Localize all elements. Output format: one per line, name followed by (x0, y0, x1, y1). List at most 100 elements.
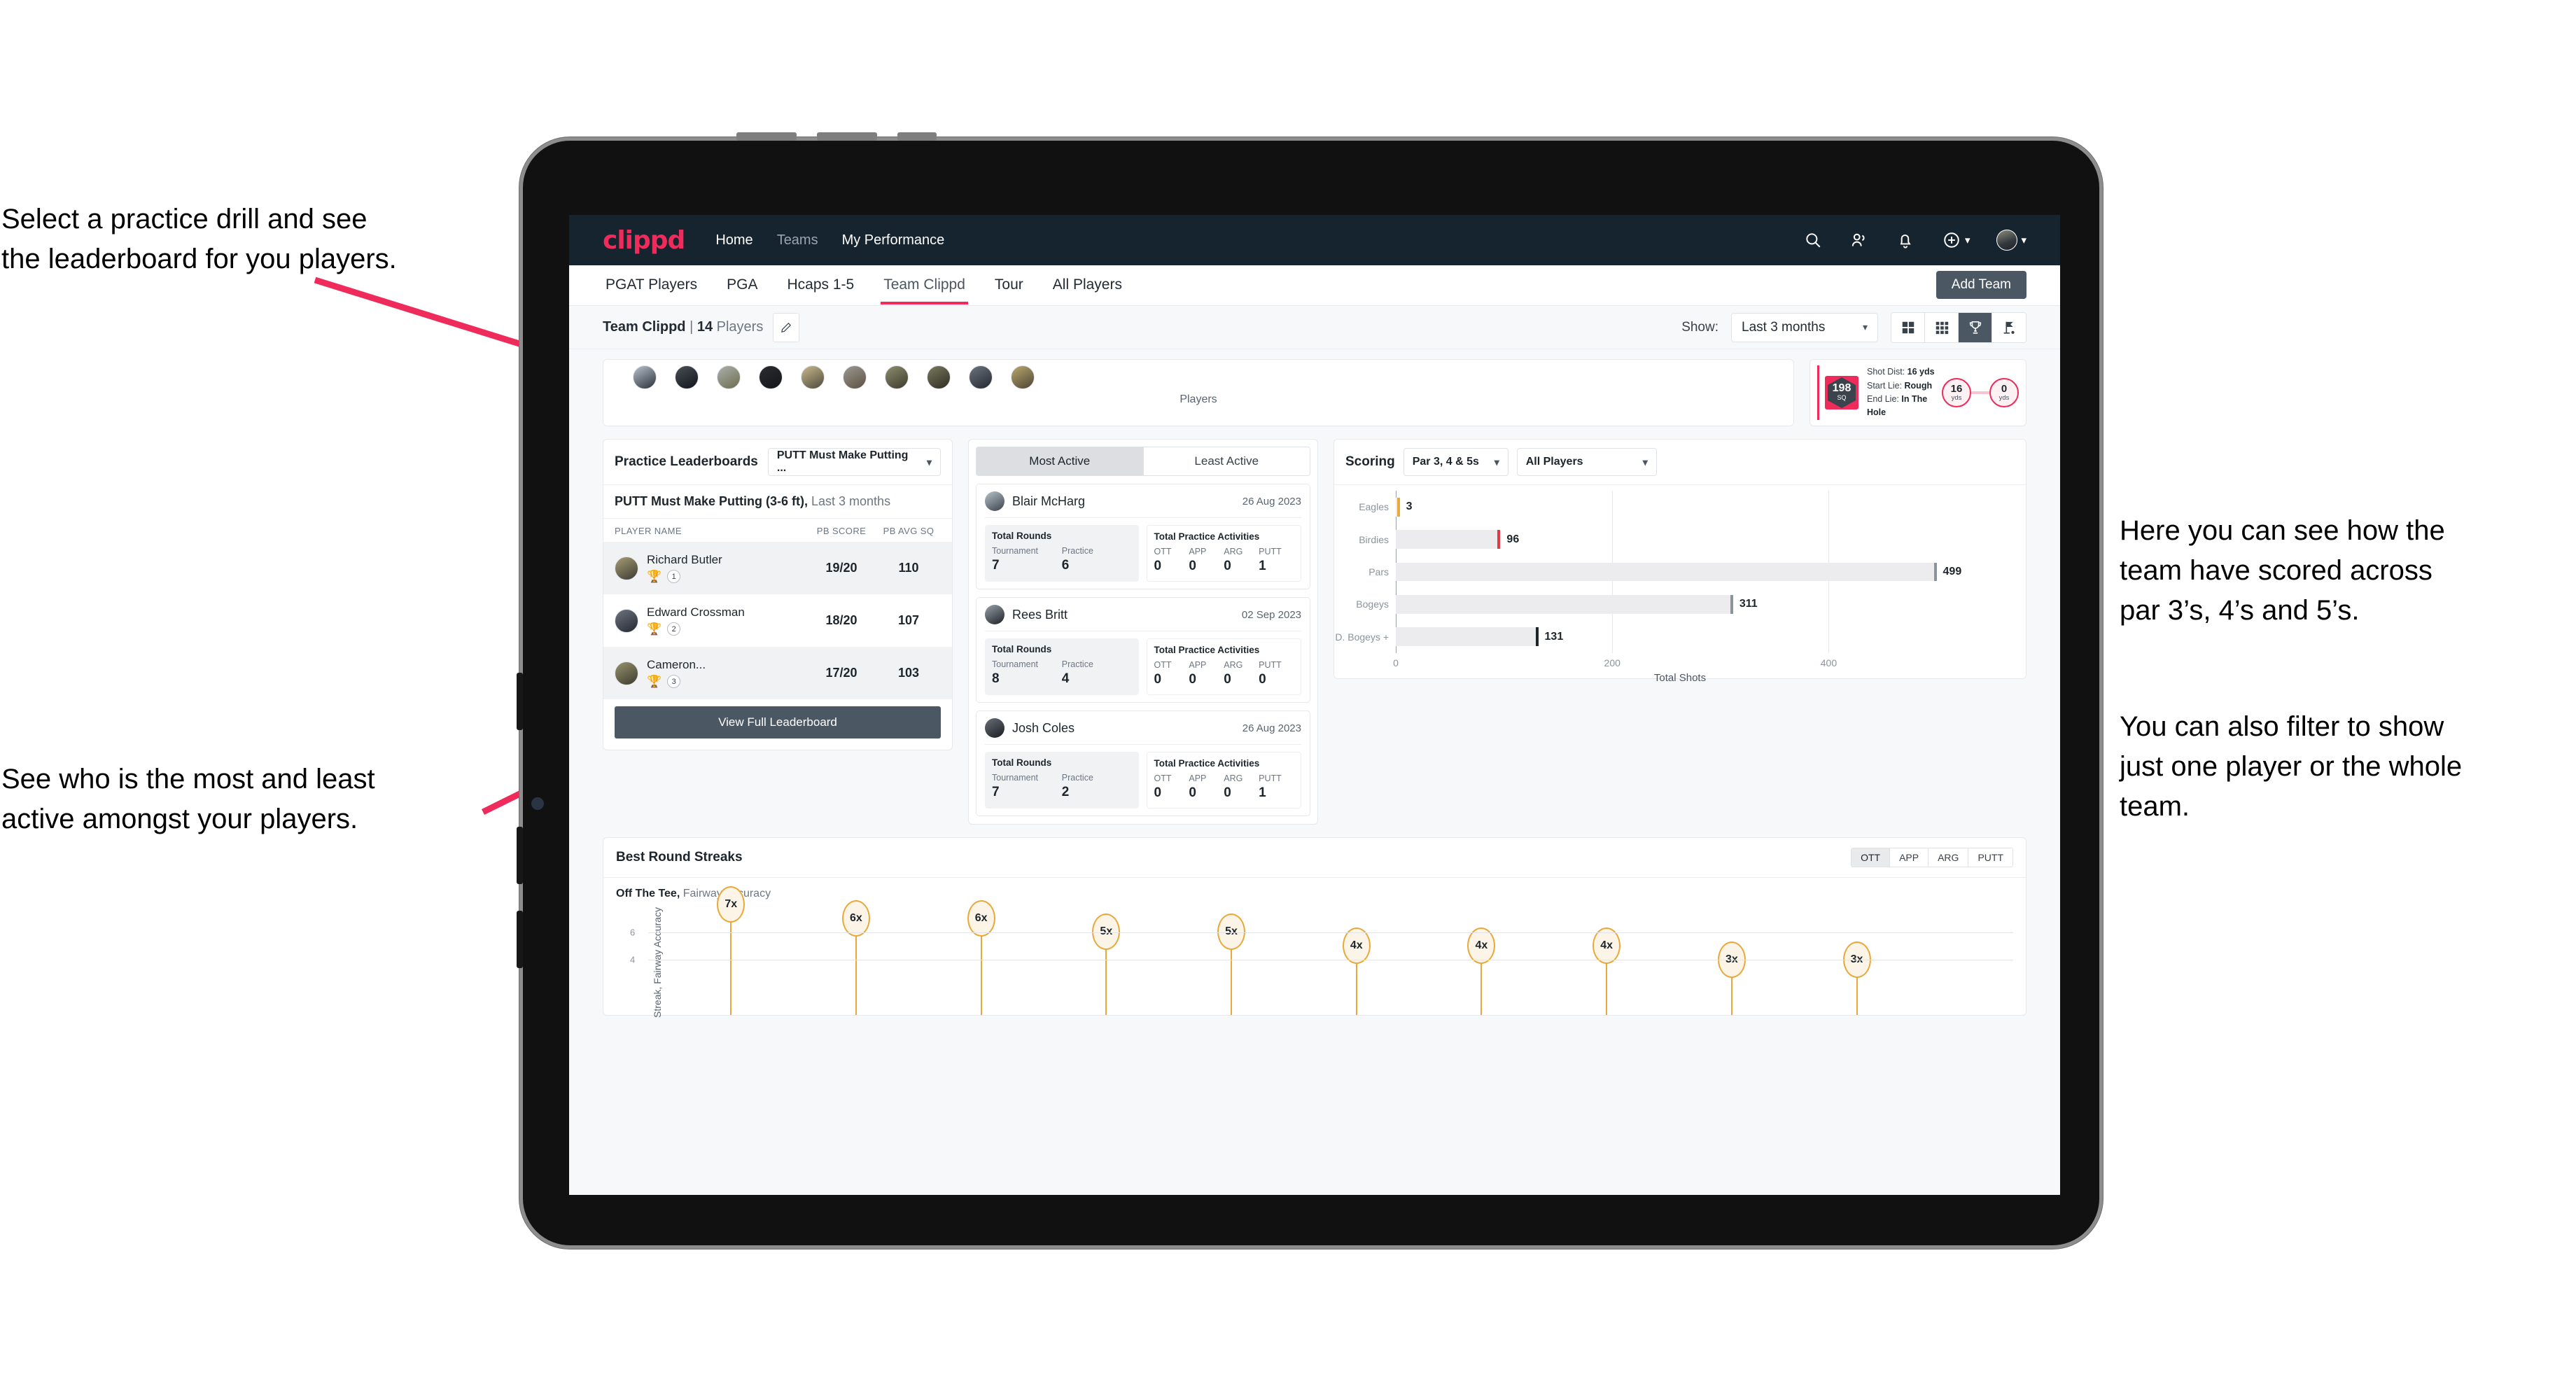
toggle-putt[interactable]: PUTT (1968, 848, 2012, 867)
toggle-app[interactable]: APP (1890, 848, 1929, 867)
list-item[interactable]: Blair McHarg 26 Aug 2023 Total Rounds To… (976, 484, 1310, 589)
dashboard-content: Players 198 SQ Shot Dist: 16 yds Start L… (569, 359, 2060, 1018)
tab-least-active[interactable]: Least Active (1142, 447, 1310, 476)
shot-dist-row: Shot Dist: 16 yds (1867, 365, 1942, 379)
streaks-stem[interactable]: 6x (841, 899, 870, 1015)
team-name: Team Clippd (603, 319, 686, 335)
table-row[interactable]: Cameron... 🏆 3 17/20 103 (603, 647, 952, 699)
nav-link-home[interactable]: Home (715, 232, 752, 248)
practice-stat: Practice 4 (1062, 659, 1132, 687)
total-rounds-box: Total Rounds Tournament 7 Practice (985, 752, 1139, 808)
trophy-icon[interactable] (1959, 312, 1992, 342)
streaks-stem[interactable]: 6x (967, 899, 995, 1015)
grid-2x2-icon[interactable] (1891, 312, 1925, 342)
practice-label: Practice (1061, 659, 1093, 669)
add-menu[interactable]: ▾ (1942, 230, 1970, 250)
filter-bar-right: Show: Last 3 months ▾ (1681, 312, 2026, 343)
app-value: 0 (1189, 559, 1196, 573)
avatar[interactable] (969, 365, 993, 389)
total-rounds-title: Total Rounds (992, 531, 1052, 541)
streaks-stem[interactable]: 4x (1592, 927, 1621, 1015)
avatar[interactable] (801, 365, 825, 389)
pb-score-value: 18/20 (825, 613, 858, 627)
streaks-stem[interactable]: 3x (1842, 941, 1871, 1015)
avatar[interactable] (885, 365, 909, 389)
people-icon[interactable] (1849, 230, 1869, 250)
avatar[interactable] (927, 365, 951, 389)
avatar[interactable] (1011, 365, 1035, 389)
player-rank-meta: 🏆 3 (647, 675, 806, 688)
tab-pga[interactable]: PGA (724, 267, 760, 304)
drill-title: PUTT Must Make Putting (3-6 ft), (615, 494, 808, 508)
grid-3x3-icon[interactable] (1925, 312, 1959, 342)
account-menu[interactable]: ▾ (1996, 230, 2026, 251)
streaks-stem[interactable]: 3x (1717, 941, 1746, 1015)
arg-label: ARG (1224, 547, 1243, 556)
streaks-stem[interactable]: 4x (1342, 927, 1371, 1015)
table-row[interactable]: Edward Crossman 🏆 2 18/20 107 (603, 594, 952, 647)
shot-dist-value: 16 yds (1907, 367, 1935, 377)
end-lie-row: End Lie: In The Hole (1867, 393, 1942, 420)
streaks-value-bubble: 4x (1592, 927, 1621, 965)
tab-tour[interactable]: Tour (992, 267, 1026, 304)
streaks-subtitle-bold: Off The Tee, (616, 888, 680, 899)
scoring-bar-row: Eagles 3 (1359, 491, 1959, 523)
end-distance-unit: yds (1998, 394, 2010, 402)
scoring-title: Scoring (1345, 454, 1395, 469)
ott-label: OTT (1154, 547, 1172, 556)
list-item[interactable]: Rees Britt 02 Sep 2023 Total Rounds Tour… (976, 597, 1310, 703)
par-filter-select[interactable]: Par 3, 4 & 5s ▾ (1403, 448, 1508, 476)
bell-icon[interactable] (1896, 230, 1915, 250)
total-rounds-box: Total Rounds Tournament 8 Practice 4 (985, 638, 1139, 695)
tab-all-players[interactable]: All Players (1050, 267, 1125, 304)
streaks-title: Best Round Streaks (616, 850, 743, 864)
pencil-icon[interactable] (773, 312, 800, 342)
toggle-arg[interactable]: ARG (1928, 848, 1969, 867)
tab-team-clippd[interactable]: Team Clippd (881, 267, 968, 304)
tab-pgat-players[interactable]: PGAT Players (603, 267, 700, 304)
golf-flag-icon[interactable] (1992, 312, 2026, 342)
avatar[interactable] (1996, 230, 2018, 251)
avatar[interactable] (759, 365, 783, 389)
search-icon[interactable] (1803, 230, 1823, 250)
player-filter-select[interactable]: All Players ▾ (1516, 448, 1657, 476)
device-top-button-2 (817, 132, 877, 141)
toggle-ott[interactable]: OTT (1851, 848, 1891, 867)
avatar[interactable] (633, 365, 657, 389)
nav-link-my-performance[interactable]: My Performance (842, 232, 945, 248)
avatar[interactable] (717, 365, 741, 389)
shot-dist-label: Shot Dist: (1867, 367, 1905, 377)
scoring-x-tick: 400 (1820, 657, 1837, 668)
tab-hcaps-1-5[interactable]: Hcaps 1-5 (784, 267, 857, 304)
avatar[interactable] (843, 365, 867, 389)
table-row[interactable]: Richard Butler 🏆 1 19/20 110 (603, 542, 952, 594)
player-name: Richard Butler (647, 553, 722, 566)
streaks-stem[interactable]: 5x (1092, 913, 1121, 1015)
start-distance-value: 16 (1950, 383, 1963, 395)
practice-columns: OTT 0 APP 0 ARG (1154, 547, 1294, 574)
drill-select-value: PUTT Must Make Putting ... (776, 449, 909, 474)
scoring-bar-row: Bogeys 311 (1356, 588, 1959, 620)
app-stat: APP 0 (1189, 774, 1224, 801)
streaks-value-bubble: 4x (1342, 927, 1371, 965)
player-name: Blair McHarg (1012, 493, 1086, 508)
plus-circle-icon[interactable] (1942, 230, 1961, 250)
streaks-stem[interactable]: 5x (1217, 913, 1246, 1015)
tab-most-active[interactable]: Most Active (976, 447, 1143, 476)
list-item[interactable]: Josh Coles 26 Aug 2023 Total Rounds Tour… (976, 710, 1310, 816)
view-full-leaderboard-button[interactable]: View Full Leaderboard (615, 706, 941, 738)
streaks-stem[interactable]: 4x (1467, 927, 1496, 1015)
device-side-button-3 (517, 911, 523, 968)
practice-columns: OTT 0 APP 0 ARG (1154, 660, 1294, 687)
period-select[interactable]: Last 3 months ▾ (1731, 312, 1878, 342)
add-team-button[interactable]: Add Team (1935, 271, 2026, 299)
drill-select[interactable]: PUTT Must Make Putting ... ▾ (767, 448, 941, 476)
player-stats: Total Rounds Tournament 7 Practice (985, 525, 1301, 582)
scoring-bar-row: Birdies 96 (1359, 523, 1959, 555)
avatar[interactable] (675, 365, 699, 389)
scoring-category-label: D. Bogeys + (1335, 631, 1389, 643)
nav-link-teams[interactable]: Teams (777, 232, 818, 248)
tournament-label: Tournament (992, 773, 1039, 783)
clippd-logo[interactable]: clippd (603, 226, 685, 255)
streaks-gridline (648, 932, 2013, 933)
